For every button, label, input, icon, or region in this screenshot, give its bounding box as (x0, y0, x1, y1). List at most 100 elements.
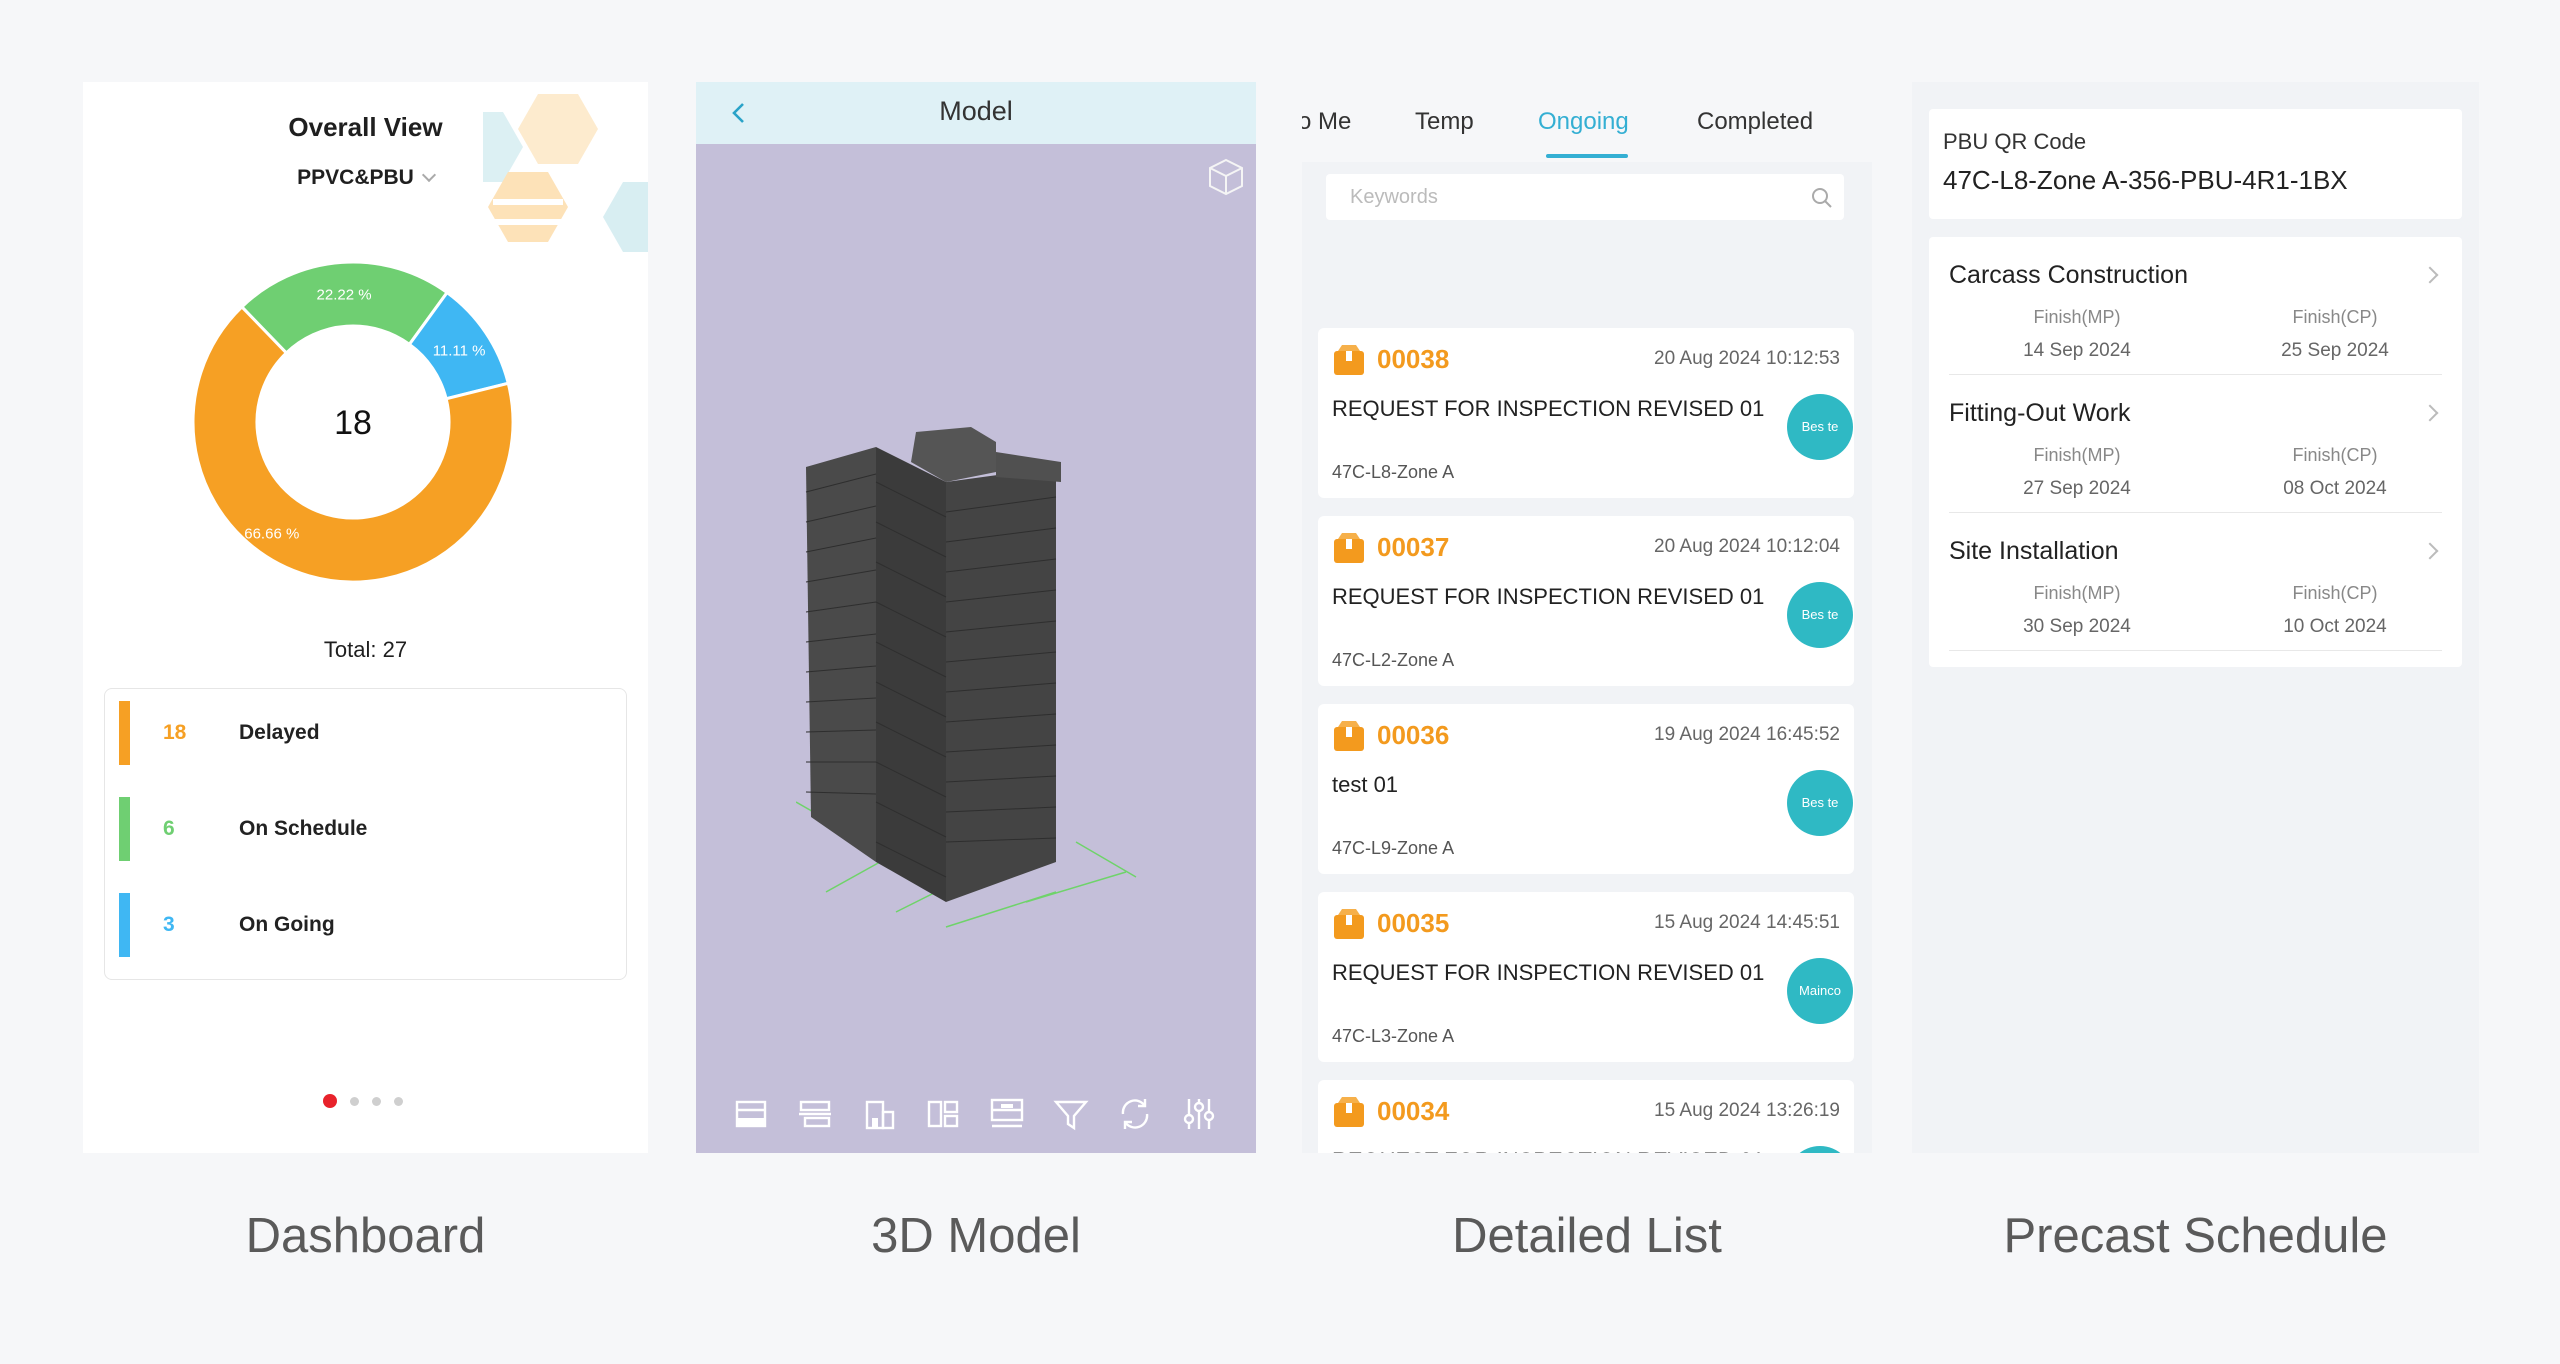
request-timestamp: 19 Aug 2024 16:45:52 (1654, 724, 1840, 745)
finish-mp: Finish(MP) 27 Sep 2024 (1997, 445, 2157, 500)
finish-mp-label: Finish(MP) (2033, 307, 2121, 327)
building-3d-model[interactable] (796, 422, 1156, 932)
request-timestamp: 15 Aug 2024 14:45:51 (1654, 912, 1840, 933)
package-icon (1334, 721, 1364, 751)
inspection-card[interactable]: 00037 20 Aug 2024 10:12:04 REQUEST FOR INS… (1318, 516, 1854, 686)
schedule-row-carcass[interactable]: Carcass Construction Finish(MP) 14 Sep 20… (1949, 237, 2442, 375)
sliders-icon[interactable] (1179, 1094, 1219, 1134)
legend-count: 6 (163, 817, 175, 840)
assignee-avatar: 053100 (1787, 1146, 1853, 1153)
finish-cp-label: Finish(CP) (2292, 583, 2378, 603)
tab-completed[interactable]: Completed (1697, 108, 1813, 136)
stage-name: Carcass Construction (1949, 261, 2188, 289)
request-description: REQUEST FOR INSPECTION REVISED 01 (1332, 396, 1765, 421)
schedule-row-fitting-out[interactable]: Fitting-Out Work Finish(MP) 27 Sep 2024 F… (1949, 375, 2442, 513)
request-zone: 47C-L3-Zone A (1332, 1026, 1455, 1046)
assignee-avatar: Bes te (1787, 394, 1853, 460)
page-dot[interactable] (372, 1097, 381, 1106)
package-icon (1334, 909, 1364, 939)
floors-icon[interactable] (987, 1094, 1027, 1134)
page-indicator (323, 1094, 413, 1110)
request-number: 00035 (1377, 908, 1450, 938)
request-number: 00034 (1377, 1096, 1450, 1126)
chevron-right-icon (2421, 266, 2439, 284)
schedule-row-site-installation[interactable]: Site Installation Finish(MP) 30 Sep 2024 … (1949, 513, 2442, 651)
building-icon[interactable] (859, 1094, 899, 1134)
filter-icon[interactable] (1051, 1094, 1091, 1134)
total-count: Total: 27 (323, 637, 408, 662)
inspection-card[interactable]: 00035 15 Aug 2024 14:45:51 REQUEST FOR INS… (1318, 892, 1854, 1062)
request-zone: 47C-L2-Zone A (1332, 650, 1455, 670)
tab-to-me[interactable]: o Me (1302, 108, 1351, 136)
request-number: 00036 (1377, 720, 1450, 750)
finish-cp-label: Finish(CP) (2292, 445, 2378, 465)
legend-count: 3 (163, 913, 175, 936)
inspection-card[interactable]: 00038 20 Aug 2024 10:12:53 REQUEST FOR INS… (1318, 328, 1854, 498)
qr-code-label: PBU QR Code (1943, 129, 2087, 154)
tab-ongoing[interactable]: Ongoing (1538, 108, 1629, 136)
schedule-list: Carcass Construction Finish(MP) 14 Sep 20… (1929, 237, 2462, 667)
request-timestamp: 20 Aug 2024 10:12:53 (1654, 348, 1840, 369)
model-panel: Model (696, 82, 1256, 1153)
view-cube-icon[interactable] (1204, 154, 1248, 198)
legend-row-on-schedule[interactable]: 6 On Schedule (119, 797, 599, 861)
slice-label: 22.22 % (317, 286, 372, 303)
model-topbar: Model (696, 82, 1256, 144)
request-zone: 47C-L9-Zone A (1332, 838, 1455, 858)
search-input[interactable] (1350, 174, 1770, 220)
refresh-icon[interactable] (1115, 1094, 1155, 1134)
precast-panel: PBU QR Code 47C-L8-Zone A-356-PBU-4R1-1B… (1912, 82, 2479, 1153)
assignee-avatar: Mainco (1787, 958, 1853, 1024)
model-title: Model (939, 96, 1013, 126)
chevron-right-icon (2421, 404, 2439, 422)
finish-mp-date: 14 Sep 2024 (2023, 340, 2131, 361)
caption-3d-model: 3D Model (871, 1209, 1081, 1263)
legend-row-on-going[interactable]: 3 On Going (119, 893, 599, 957)
qr-code-value: 47C-L8-Zone A-356-PBU-4R1-1BX (1943, 165, 2348, 195)
finish-cp-date: 08 Oct 2024 (2283, 478, 2387, 499)
caption-detailed-list: Detailed List (1452, 1209, 1722, 1263)
model-toolbar (731, 1094, 1231, 1140)
legend-label: On Schedule (239, 817, 368, 840)
qr-code-card: PBU QR Code 47C-L8-Zone A-356-PBU-4R1-1B… (1929, 109, 2462, 219)
request-timestamp: 15 Aug 2024 13:26:19 (1654, 1100, 1840, 1121)
assignee-avatar: Bes te (1787, 770, 1853, 836)
request-description: REQUEST FOR INSPECTION REVISED 01 (1332, 960, 1765, 985)
search-icon[interactable] (1810, 186, 1834, 210)
filter-dropdown[interactable]: PPVC&PBU (83, 166, 648, 190)
chevron-down-icon (421, 167, 436, 183)
request-number: 00037 (1377, 532, 1450, 562)
finish-mp: Finish(MP) 30 Sep 2024 (1997, 583, 2157, 638)
filter-value: PPVC&PBU (297, 166, 414, 189)
split-view-icon[interactable] (923, 1094, 963, 1134)
active-tab-indicator (1546, 154, 1628, 158)
finish-mp: Finish(MP) 14 Sep 2024 (1997, 307, 2157, 362)
request-timestamp: 20 Aug 2024 10:12:04 (1654, 536, 1840, 557)
dashboard-panel: Overall View PPVC&PBU 22.22 % 11.11 % 66.6… (83, 82, 648, 1153)
page-dot[interactable] (350, 1097, 359, 1106)
align-icon[interactable] (795, 1094, 835, 1134)
request-zone: 47C-L8-Zone A (1332, 462, 1455, 482)
finish-mp-date: 27 Sep 2024 (2023, 478, 2131, 499)
inspection-card[interactable]: 00036 19 Aug 2024 16:45:52 test 01 47C-L9-Z… (1318, 704, 1854, 874)
finish-cp: Finish(CP) 25 Sep 2024 (2255, 307, 2415, 362)
slice-label: 66.66 % (244, 526, 299, 543)
finish-cp-date: 10 Oct 2024 (2283, 616, 2387, 637)
donut-chart: 22.22 % 11.11 % 66.66 % 18 (193, 262, 513, 582)
legend-count: 18 (163, 721, 187, 744)
page-dot[interactable] (394, 1097, 403, 1106)
donut-center-value: 18 (334, 404, 372, 442)
tab-temp[interactable]: Temp (1415, 108, 1474, 136)
inspection-card[interactable]: 00034 15 Aug 2024 13:26:19 REQUEST FOR INS… (1318, 1080, 1854, 1153)
caption-precast-schedule: Precast Schedule (2003, 1209, 2388, 1263)
finish-cp-label: Finish(CP) (2292, 307, 2378, 327)
finish-mp-label: Finish(MP) (2033, 445, 2121, 465)
layers-icon[interactable] (731, 1094, 771, 1134)
slice-label: 11.11 % (433, 342, 486, 359)
finish-cp: Finish(CP) 10 Oct 2024 (2255, 583, 2415, 638)
legend-row-delayed[interactable]: 18 Delayed (119, 701, 599, 765)
page-dot-active[interactable] (323, 1094, 337, 1108)
legend-label: On Going (239, 913, 335, 936)
caption-dashboard: Dashboard (245, 1209, 486, 1263)
stage-name: Site Installation (1949, 537, 2119, 565)
